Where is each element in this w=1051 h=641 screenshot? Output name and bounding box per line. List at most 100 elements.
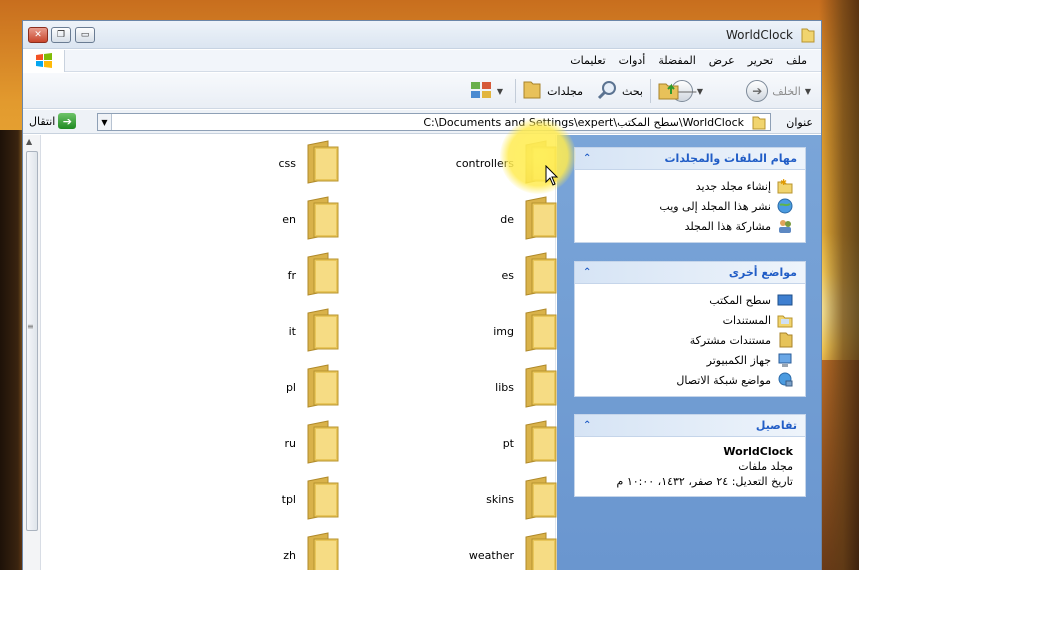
place-desktop[interactable]: سطح المكتب: [583, 290, 793, 310]
folder-item[interactable]: img: [493, 307, 562, 355]
folder-label: weather: [468, 548, 514, 562]
folder-item[interactable]: it: [276, 307, 344, 355]
folder-icon: [522, 251, 562, 300]
place-network[interactable]: مواضع شبكة الاتصال: [583, 370, 793, 390]
folders-icon: [521, 79, 543, 104]
task-label: إنشاء مجلد جديد: [695, 179, 771, 193]
folder-item[interactable]: skins: [486, 475, 562, 523]
folder-item[interactable]: ru: [276, 419, 344, 467]
collapse-chevron-icon[interactable]: ⌃: [583, 267, 591, 278]
folder-label: skins: [486, 492, 514, 506]
folder-icon: [304, 419, 344, 468]
folder-item[interactable]: pl: [276, 363, 344, 411]
folder-icon: [522, 475, 562, 524]
places-panel-header[interactable]: مواضع أخرى ⌃: [575, 262, 805, 284]
place-documents[interactable]: المستندات: [583, 310, 793, 330]
title-bar[interactable]: ✕ ❐ ▭ WorldClock: [23, 21, 821, 49]
folder-item[interactable]: zh: [276, 531, 344, 570]
place-label: مواضع شبكة الاتصال: [676, 373, 771, 387]
folder-icon: [522, 419, 562, 468]
up-folder-icon: [657, 79, 681, 104]
folder-item[interactable]: fr: [276, 251, 344, 299]
menu-edit[interactable]: تحرير: [748, 54, 773, 67]
task-publish-web[interactable]: نشر هذا المجلد إلى ويب: [583, 196, 793, 216]
folder-label: pl: [285, 380, 296, 394]
toolbar-separator: [515, 79, 516, 103]
vertical-scrollbar[interactable]: ▲ ≡: [23, 135, 41, 570]
folder-icon: [304, 531, 344, 570]
task-label: نشر هذا المجلد إلى ويب: [659, 199, 771, 213]
folder-label: libs: [495, 380, 514, 394]
folder-icon: [304, 307, 344, 356]
details-panel: تفاصيل ⌃ WorldClock مجلد ملفات تاريخ الت…: [574, 414, 806, 497]
details-panel-header[interactable]: تفاصيل ⌃: [575, 415, 805, 437]
search-icon: [596, 79, 618, 104]
tasks-panel-header[interactable]: مهام الملفات والمجلدات ⌃: [575, 148, 805, 170]
folder-label: tpl: [281, 492, 296, 506]
places-panel-title: مواضع أخرى: [728, 266, 797, 279]
back-button[interactable]: ➔ الخلف ▼: [746, 80, 811, 102]
menu-help[interactable]: تعليمات: [570, 54, 605, 67]
folder-icon: [777, 332, 793, 348]
place-my-computer[interactable]: جهاز الكمبيوتر: [583, 350, 793, 370]
folder-label: pt: [502, 436, 514, 450]
network-icon: [777, 372, 793, 388]
collapse-chevron-icon[interactable]: ⌃: [583, 420, 591, 431]
scrollbar-thumb[interactable]: [26, 151, 38, 531]
folder-icon: [304, 139, 344, 188]
folder-item[interactable]: tpl: [276, 475, 344, 523]
content-area: ▲ ≡ css en fr it pl ru tpl zh controllers de es img…: [23, 135, 821, 570]
search-button[interactable]: بحث: [596, 80, 643, 102]
folder-icon: [522, 363, 562, 412]
address-input[interactable]: ▼ C:\Documents and Settings\expert\سطح ا…: [97, 113, 771, 131]
menu-view[interactable]: عرض: [709, 54, 735, 67]
folder-icon: [522, 307, 562, 356]
details-type: مجلد ملفات: [738, 460, 793, 473]
scroll-up-arrow-icon[interactable]: ▲: [26, 137, 32, 146]
folder-label: zh: [283, 548, 296, 562]
folder-item[interactable]: de: [494, 195, 562, 243]
folder-item[interactable]: libs: [494, 363, 562, 411]
folders-label: مجلدات: [547, 84, 583, 98]
folder-item[interactable]: css: [276, 139, 344, 187]
menu-favorites[interactable]: المفضلة: [658, 54, 695, 67]
back-arrow-icon: ➔: [746, 80, 769, 102]
documents-folder-icon: [777, 312, 793, 328]
folder-icon: [801, 27, 815, 46]
details-modified: تاريخ التعديل: ٢٤ صفر، ١٤٣٢، ١٠:٠٠ م: [616, 475, 794, 488]
go-button[interactable]: انتقال ➔: [29, 113, 77, 129]
address-dropdown-icon[interactable]: ▼: [98, 114, 112, 130]
place-label: المستندات: [722, 313, 771, 327]
folder-item[interactable]: es: [494, 251, 562, 299]
new-folder-icon: ✱: [777, 178, 793, 194]
menu-file[interactable]: ملف: [786, 54, 807, 67]
views-button[interactable]: ▼: [469, 80, 503, 102]
menu-tools[interactable]: أدوات: [619, 54, 646, 67]
up-folder-button[interactable]: [657, 80, 681, 102]
chevron-down-icon[interactable]: ▼: [805, 87, 811, 96]
windows-logo-icon: [23, 50, 65, 72]
close-button[interactable]: ✕: [28, 27, 48, 43]
chevron-down-icon[interactable]: ▼: [697, 87, 703, 96]
folder-item[interactable]: pt: [494, 419, 562, 467]
chevron-down-icon[interactable]: ▼: [497, 87, 503, 96]
folder-item[interactable]: en: [276, 195, 344, 243]
place-label: جهاز الكمبيوتر: [706, 353, 771, 367]
folders-button[interactable]: مجلدات: [521, 80, 583, 102]
folder-label: es: [501, 268, 515, 282]
go-label: انتقال: [29, 114, 56, 128]
svg-text:✱: ✱: [780, 178, 787, 187]
place-shared-documents[interactable]: مستندات مشتركة: [583, 330, 793, 350]
folder-icon: [522, 195, 562, 244]
folder-label: it: [288, 324, 296, 338]
minimize-button[interactable]: ▭: [75, 27, 95, 43]
share-users-icon: [777, 218, 793, 234]
task-new-folder[interactable]: ✱ إنشاء مجلد جديد: [583, 176, 793, 196]
explorer-window: ✕ ❐ ▭ WorldClock ملف تحرير عرض المفضلة أ…: [22, 20, 822, 570]
folder-item[interactable]: weather: [469, 531, 562, 570]
collapse-chevron-icon[interactable]: ⌃: [583, 153, 591, 164]
maximize-button[interactable]: ❐: [51, 27, 71, 43]
folder-icon: [304, 195, 344, 244]
task-share-folder[interactable]: مشاركة هذا المجلد: [583, 216, 793, 236]
menu-bar: ملف تحرير عرض المفضلة أدوات تعليمات: [23, 50, 821, 72]
